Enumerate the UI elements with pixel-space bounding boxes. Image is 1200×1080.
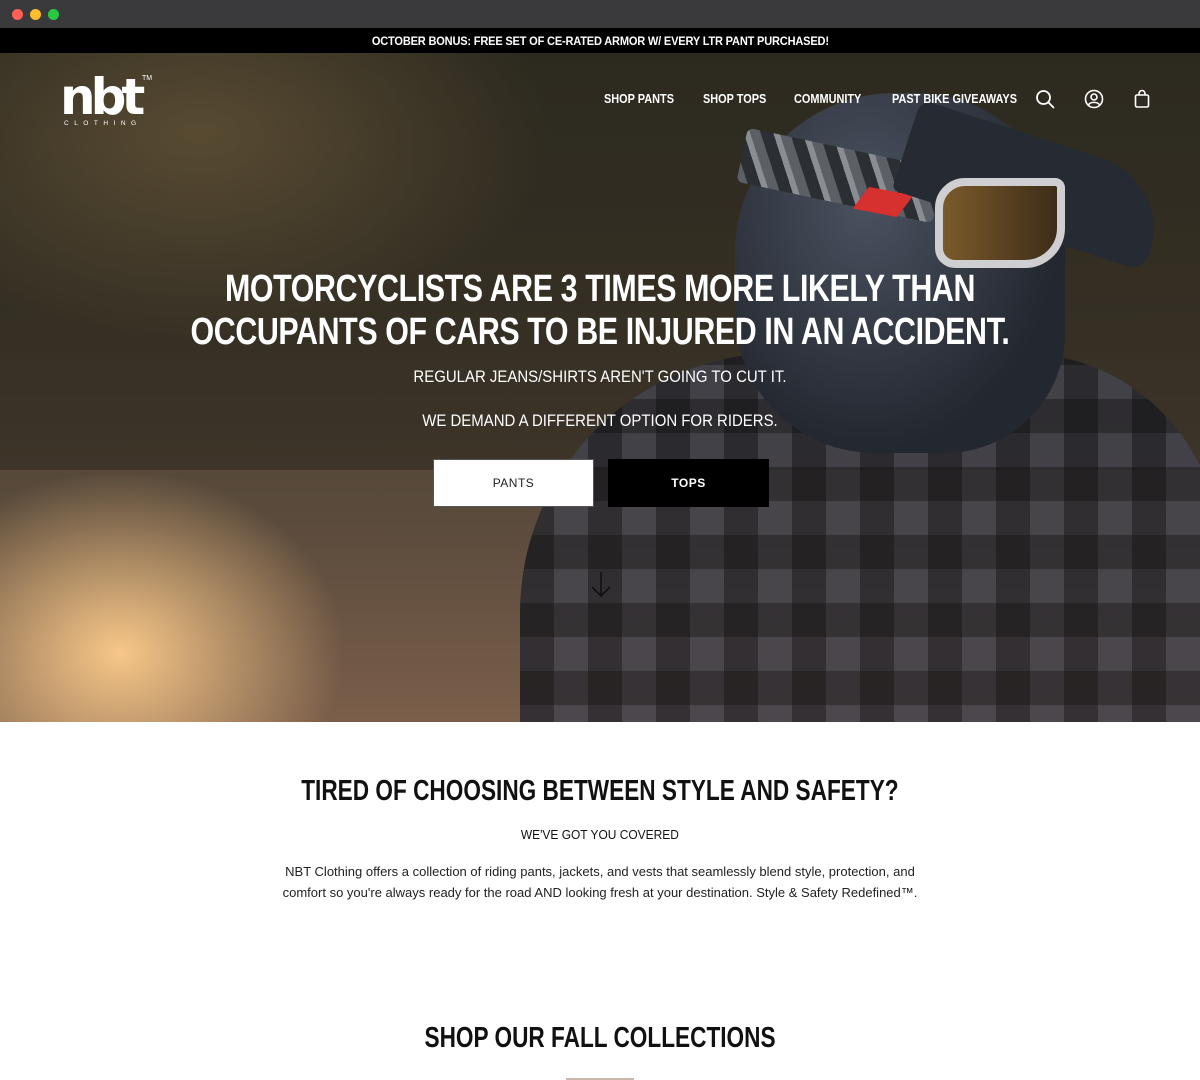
intro-title: TIRED OF CHOOSING BETWEEN STYLE AND SAFE… — [301, 775, 899, 807]
window-zoom-dot[interactable] — [48, 9, 59, 20]
nav-community[interactable]: COMMUNITY — [794, 91, 861, 106]
announcement-bar: OCTOBER BONUS: FREE SET OF CE-RATED ARMO… — [0, 28, 1200, 53]
pants-button[interactable]: PANTS — [433, 459, 594, 507]
hero-subline-2: WE DEMAND A DIFFERENT OPTION FOR RIDERS. — [422, 411, 778, 430]
intro-subtitle: WE'VE GOT YOU COVERED — [520, 827, 680, 842]
nav-past-bike-giveaways[interactable]: PAST BIKE GIVEAWAYS — [892, 91, 1017, 106]
scroll-down-arrow-icon[interactable] — [590, 570, 612, 600]
collections-title: SHOP OUR FALL COLLECTIONS — [424, 1022, 776, 1054]
hero-subline-1: REGULAR JEANS/SHIRTS AREN'T GOING TO CUT… — [413, 367, 787, 386]
site-logo[interactable]: nbt TM CLOTHING — [60, 68, 155, 130]
hero-headline: MOTORCYCLISTS ARE 3 TIMES MORE LIKELY TH… — [190, 268, 1010, 353]
account-icon[interactable] — [1084, 89, 1104, 109]
hero-banner — [0, 53, 1200, 722]
intro-paragraph: NBT Clothing offers a collection of ridi… — [282, 864, 918, 900]
logo-mark: nbt — [60, 68, 145, 126]
logo-trademark: TM — [142, 75, 153, 82]
window-minimize-dot[interactable] — [30, 9, 41, 20]
nav-shop-pants[interactable]: SHOP PANTS — [604, 91, 674, 106]
announcement-text: OCTOBER BONUS: FREE SET OF CE-RATED ARMO… — [371, 33, 829, 48]
tops-button[interactable]: TOPS — [608, 459, 769, 507]
cart-icon[interactable] — [1132, 89, 1152, 109]
goggle-image — [935, 178, 1065, 268]
search-icon[interactable] — [1035, 89, 1055, 109]
browser-chrome — [0, 0, 1200, 28]
nav-shop-tops[interactable]: SHOP TOPS — [703, 91, 766, 106]
logo-subtitle: CLOTHING — [64, 120, 142, 127]
window-close-dot[interactable] — [12, 9, 23, 20]
